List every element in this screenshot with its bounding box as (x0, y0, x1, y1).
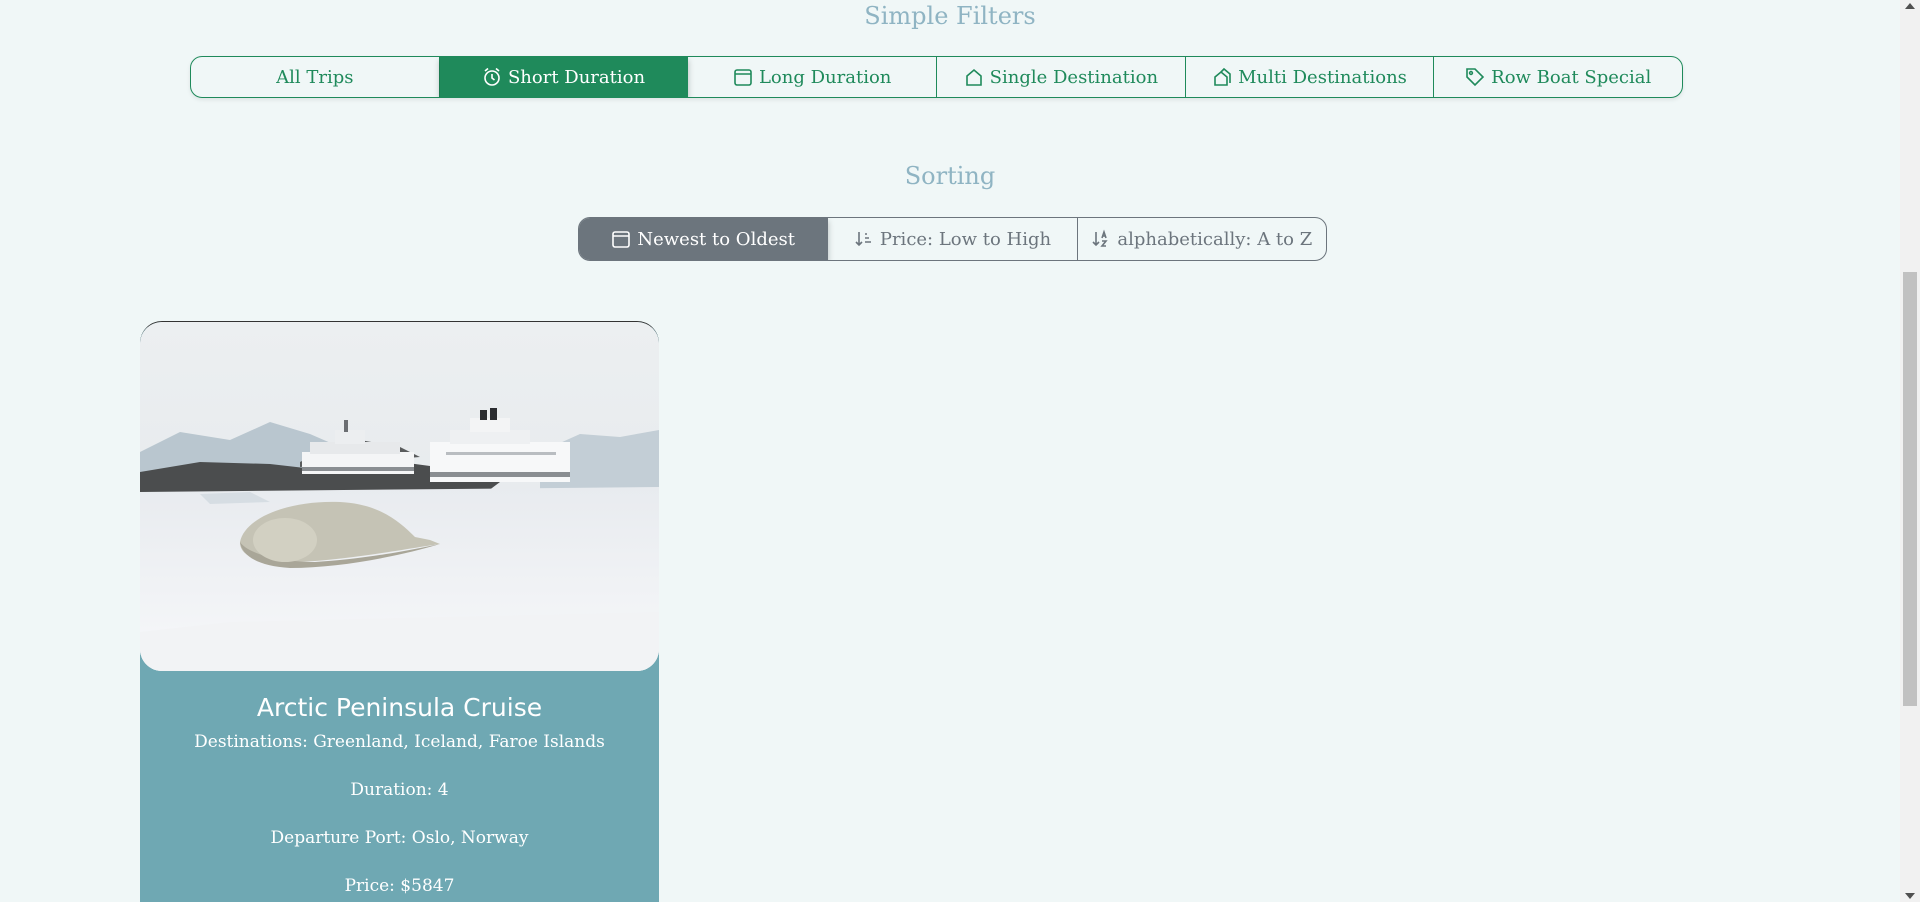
filter-all-trips-button[interactable]: All Trips (191, 57, 440, 97)
house-icon (964, 67, 984, 87)
sorting-heading: Sorting (904, 162, 996, 190)
vertical-scrollbar[interactable] (1900, 0, 1920, 902)
trip-image (140, 322, 659, 671)
filter-bar: All Trips Short Duration Long Duration S… (190, 56, 1683, 98)
filter-row-boat-special-button[interactable]: Row Boat Special (1434, 57, 1682, 97)
trip-duration: Duration: 4 (350, 780, 449, 800)
scroll-thumb[interactable] (1903, 272, 1917, 706)
sort-label: alphabetically: A to Z (1117, 228, 1313, 250)
filter-single-destination-button[interactable]: Single Destination (937, 57, 1186, 97)
alarm-clock-icon (482, 67, 502, 87)
filter-label: Row Boat Special (1491, 66, 1652, 88)
sort-alpha-button[interactable]: alphabetically: A to Z (1078, 218, 1326, 260)
filter-short-duration-button[interactable]: Short Duration (439, 57, 689, 97)
sort-newest-button[interactable]: Newest to Oldest (579, 218, 829, 260)
filter-long-duration-button[interactable]: Long Duration (688, 57, 938, 97)
scroll-up-icon[interactable] (1905, 3, 1915, 9)
sort-price-button[interactable]: Price: Low to High (828, 218, 1078, 260)
trip-price: Price: $5847 (344, 876, 455, 896)
sort-label: Price: Low to High (879, 228, 1052, 250)
calendar-icon (611, 229, 631, 249)
filters-heading: Simple Filters (864, 2, 1036, 30)
sorting-bar: Newest to Oldest Price: Low to High alph… (578, 217, 1327, 261)
page: Simple Filters All Trips Short Duration (0, 0, 1900, 902)
scroll-down-icon[interactable] (1905, 893, 1915, 899)
trip-card[interactable]: Arctic Peninsula Cruise Destinations: Gr… (140, 321, 659, 902)
trip-destinations: Destinations: Greenland, Iceland, Faroe … (194, 732, 605, 752)
filter-label: Short Duration (507, 66, 646, 88)
filter-label: Long Duration (758, 66, 892, 88)
trip-departure-port: Departure Port: Oslo, Norway (270, 828, 529, 848)
filter-label: Single Destination (989, 66, 1159, 88)
filter-label: All Trips (276, 66, 354, 88)
filter-label: Multi Destinations (1238, 66, 1407, 88)
houses-icon (1212, 67, 1232, 87)
sort-label: Newest to Oldest (637, 228, 795, 250)
sort-numeric-icon (854, 229, 874, 249)
sort-alpha-icon (1091, 229, 1111, 249)
trip-title: Arctic Peninsula Cruise (256, 693, 543, 722)
tag-icon (1465, 67, 1485, 87)
calendar-icon (733, 67, 753, 87)
filter-multi-destinations-button[interactable]: Multi Destinations (1186, 57, 1435, 97)
